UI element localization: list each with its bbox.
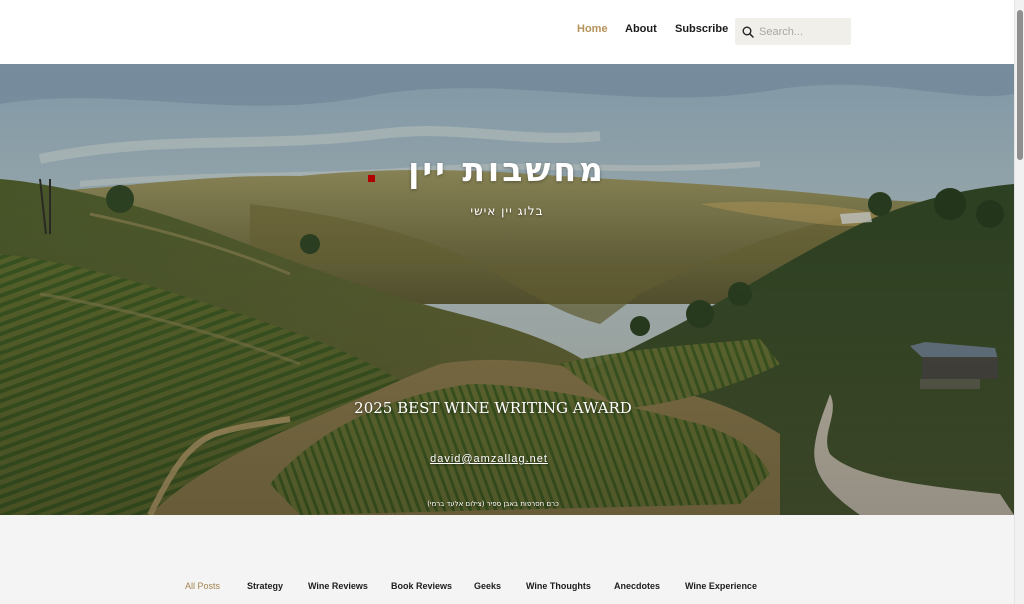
site-tagline: בלוג יין אישי xyxy=(470,204,544,218)
nav-about-link[interactable]: About xyxy=(625,23,657,35)
site-title[interactable]: מחשבות יין xyxy=(0,150,1014,189)
hero-banner: מחשבות יין בלוג יין אישי 2025 BEST WINE … xyxy=(0,64,1014,515)
vineyard-hero-image xyxy=(0,64,1014,515)
category-wine-reviews[interactable]: Wine Reviews xyxy=(308,581,368,591)
scrollbar-thumb[interactable] xyxy=(1017,10,1023,160)
main-nav: Home About Subscribe xyxy=(0,0,1014,64)
page-scrollbar[interactable] xyxy=(1014,0,1024,604)
title-accent-dot xyxy=(368,175,375,182)
search-input[interactable] xyxy=(759,18,847,45)
category-book-reviews[interactable]: Book Reviews xyxy=(391,581,452,591)
category-strategy[interactable]: Strategy xyxy=(247,581,283,591)
category-nav: All Posts Strategy Wine Reviews Book Rev… xyxy=(0,515,1014,604)
category-geeks[interactable]: Geeks xyxy=(474,581,501,591)
category-anecdotes[interactable]: Anecdotes xyxy=(614,581,660,591)
category-wine-experience[interactable]: Wine Experience xyxy=(685,581,757,591)
site-header: Home About Subscribe xyxy=(0,0,1014,64)
search-icon[interactable] xyxy=(742,25,754,38)
search-box[interactable] xyxy=(735,18,851,45)
photo-caption: כרם חסרפות באבן ספיר (צילום אלעד ברמי) xyxy=(427,500,559,508)
award-heading: 2025 BEST WINE WRITING AWARD xyxy=(354,399,632,417)
category-wine-thoughts[interactable]: Wine Thoughts xyxy=(526,581,591,591)
nav-home-link[interactable]: Home xyxy=(577,23,608,35)
nav-subscribe-link[interactable]: Subscribe xyxy=(675,23,728,35)
category-all-posts[interactable]: All Posts xyxy=(185,581,220,591)
contact-email-link[interactable]: david@amzallag.net xyxy=(0,453,978,465)
